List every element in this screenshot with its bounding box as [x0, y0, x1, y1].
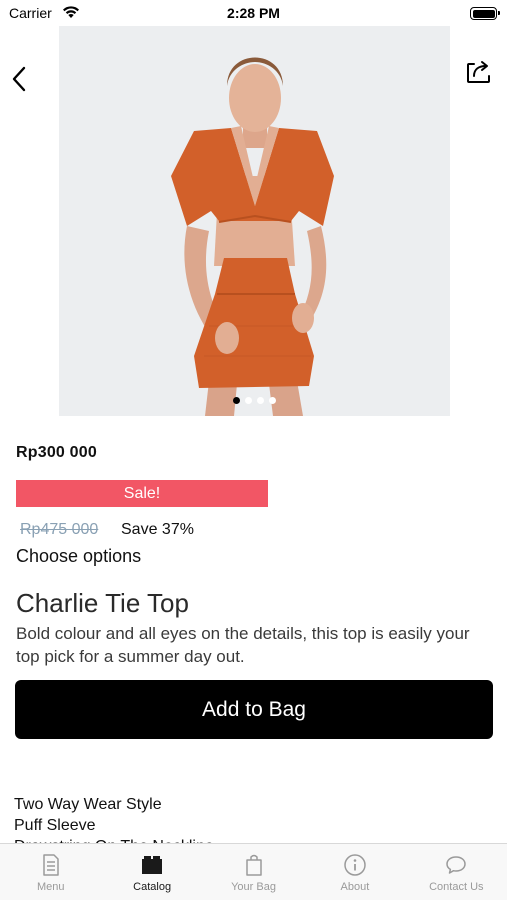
tab-catalog[interactable]: Catalog [101, 844, 202, 900]
product-photo [59, 26, 450, 416]
chat-bubble-icon [442, 852, 470, 878]
carousel-dot[interactable] [269, 397, 276, 404]
shopping-bag-icon [240, 852, 268, 878]
menu-document-icon [37, 852, 65, 878]
sale-badge: Sale! [16, 480, 268, 507]
tab-label: Catalog [133, 881, 172, 893]
product-features: Two Way Wear Style Puff Sleeve Drawstrin… [14, 794, 494, 844]
tab-label: Your Bag [231, 881, 276, 893]
product-title: Charlie Tie Top [16, 588, 189, 618]
tab-menu[interactable]: Menu [0, 844, 101, 900]
status-bar: Carrier 2:28 PM [0, 0, 507, 26]
tab-bar: Menu Catalog Your Bag About Contact Us [0, 843, 507, 900]
battery-icon [470, 7, 500, 20]
tab-about[interactable]: About [304, 844, 405, 900]
carousel-pagination [59, 397, 450, 404]
savings-label: Save 37% [121, 521, 194, 538]
product-description: Bold colour and all eyes on the details,… [16, 624, 470, 666]
carousel-dot[interactable] [245, 397, 252, 404]
carousel-dot[interactable] [233, 397, 240, 404]
product-image-carousel[interactable] [59, 26, 450, 416]
share-button[interactable] [464, 56, 494, 86]
tab-contact-us[interactable]: Contact Us [406, 844, 507, 900]
chevron-left-icon [12, 66, 26, 92]
feature-item: Two Way Wear Style [14, 796, 162, 813]
catalog-folder-icon [138, 852, 166, 878]
share-icon [467, 61, 490, 83]
tab-label: Contact Us [429, 881, 484, 893]
info-circle-icon [341, 852, 369, 878]
back-button[interactable] [8, 62, 30, 96]
tab-label: Menu [36, 881, 65, 893]
product-price: Rp300 000 [16, 444, 97, 461]
tab-label: About [340, 881, 370, 893]
original-price: Rp475 000 [20, 521, 99, 538]
feature-item: Puff Sleeve [14, 817, 96, 834]
carousel-dot[interactable] [257, 397, 264, 404]
tab-your-bag[interactable]: Your Bag [203, 844, 304, 900]
clock: 2:28 PM [227, 5, 280, 21]
add-to-bag-button[interactable]: Add to Bag [15, 680, 493, 739]
choose-options-link[interactable]: Choose options [16, 546, 141, 567]
